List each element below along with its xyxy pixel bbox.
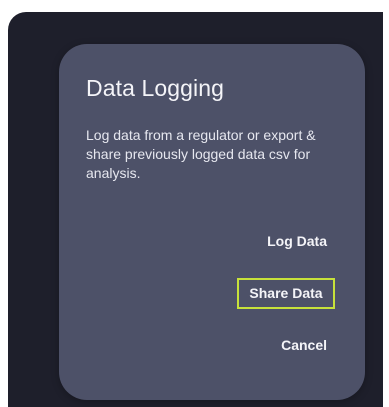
dialog-message: Log data from a regulator or export & sh… <box>86 127 316 181</box>
data-logging-dialog: Data Logging Log data from a regulator o… <box>59 44 365 400</box>
cancel-button[interactable]: Cancel <box>281 337 327 353</box>
share-data-button[interactable]: Share Data <box>237 278 335 309</box>
app-background: Data Logging Log data from a regulator o… <box>8 12 383 407</box>
dialog-title: Data Logging <box>86 75 225 101</box>
log-data-button[interactable]: Log Data <box>267 233 327 249</box>
